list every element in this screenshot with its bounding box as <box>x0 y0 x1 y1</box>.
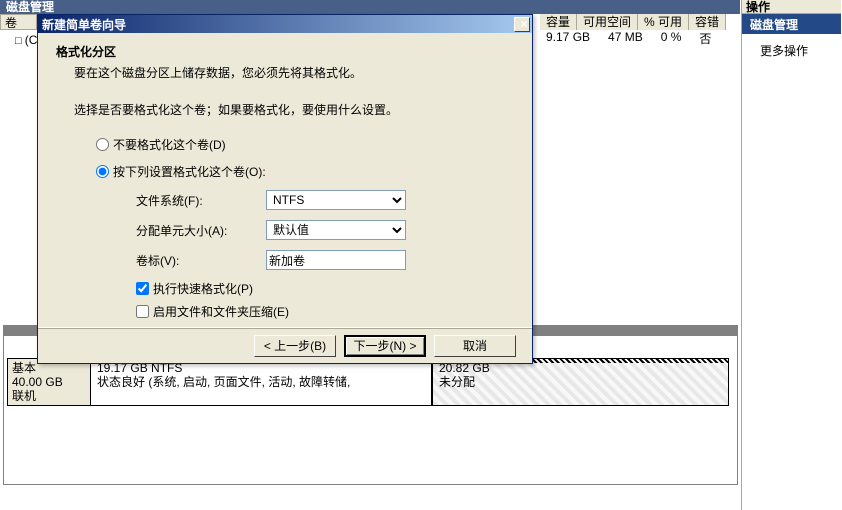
volume-row: 9.17 GB 47 MB 0 % 否 <box>540 30 717 47</box>
more-actions-link[interactable]: 更多操作 <box>742 34 841 63</box>
compress-label: 启用文件和文件夹压缩(E) <box>153 303 289 320</box>
cell-fault: 否 <box>693 30 717 47</box>
compress-check[interactable]: 启用文件和文件夹压缩(E) <box>136 303 514 320</box>
disk-header[interactable]: 基本 40.00 GB 联机 <box>7 358 90 406</box>
wizard-subtext: 要在这个磁盘分区上储存数据，您必须先将其格式化。 <box>74 64 514 81</box>
volume-row-fragment: □ (C <box>15 33 37 47</box>
radio-no-format[interactable]: 不要格式化这个卷(D) <box>96 136 514 153</box>
cell-pct: 0 % <box>655 30 688 47</box>
filesystem-select[interactable]: NTFS <box>266 190 406 210</box>
partition-status: 状态良好 (系统, 启动, 页面文件, 活动, 故障转储, <box>97 375 425 389</box>
filesystem-label: 文件系统(F): <box>136 192 266 209</box>
compress-input[interactable] <box>136 305 149 318</box>
wizard-dialog: 新建简单卷向导 × 格式化分区 要在这个磁盘分区上储存数据，您必须先将其格式化。… <box>37 14 533 364</box>
actions-panel: 操作 磁盘管理 更多操作 <box>741 0 841 510</box>
quick-format-label: 执行快速格式化(P) <box>153 280 253 297</box>
dialog-titlebar[interactable]: 新建简单卷向导 × <box>38 15 532 33</box>
radio-no-format-input[interactable] <box>96 138 109 151</box>
col-fault[interactable]: 容错 <box>689 14 726 30</box>
app-titlebar: 磁盘管理 <box>0 0 740 14</box>
close-icon: × <box>516 17 527 31</box>
actions-header: 磁盘管理 <box>742 14 841 34</box>
col-capacity[interactable]: 容量 <box>540 14 577 30</box>
wizard-prompt: 选择是否要格式化这个卷；如果要格式化，要使用什么设置。 <box>74 101 514 118</box>
dialog-title-text: 新建简单卷向导 <box>38 16 514 33</box>
quick-format-check[interactable]: 执行快速格式化(P) <box>136 280 514 297</box>
volume-label-label: 卷标(V): <box>136 252 266 269</box>
cancel-button[interactable]: 取消 <box>434 335 516 357</box>
close-button[interactable]: × <box>514 17 530 32</box>
allocation-unit-select[interactable]: 默认值 <box>266 220 406 240</box>
wizard-heading: 格式化分区 <box>56 43 514 60</box>
radio-do-format[interactable]: 按下列设置格式化这个卷(O): <box>96 163 514 180</box>
disk-status: 联机 <box>12 389 86 403</box>
disk-row: 基本 40.00 GB 联机 19.17 GB NTFS 状态良好 (系统, 启… <box>7 358 729 406</box>
allocation-unit-label: 分配单元大小(A): <box>136 222 266 239</box>
radio-do-format-label: 按下列设置格式化这个卷(O): <box>113 163 266 180</box>
back-button[interactable]: < 上一步(B) <box>254 335 336 357</box>
radio-no-format-label: 不要格式化这个卷(D) <box>113 136 226 153</box>
actions-title: 操作 <box>742 0 841 14</box>
disk-size: 40.00 GB <box>12 375 86 389</box>
partition-status: 未分配 <box>439 375 722 389</box>
cell-free: 47 MB <box>602 30 649 47</box>
col-pctfree[interactable]: % 可用 <box>638 14 689 30</box>
volume-label-input[interactable] <box>266 250 406 270</box>
column-header-volume: 卷 <box>0 14 37 30</box>
col-free[interactable]: 可用空间 <box>577 14 638 30</box>
radio-do-format-input[interactable] <box>96 165 109 178</box>
partition-unallocated[interactable]: 20.82 GB 未分配 <box>432 358 729 406</box>
quick-format-input[interactable] <box>136 282 149 295</box>
cell-capacity: 9.17 GB <box>540 30 596 47</box>
partition-system[interactable]: 19.17 GB NTFS 状态良好 (系统, 启动, 页面文件, 活动, 故障… <box>90 358 432 406</box>
wizard-button-row: < 上一步(B) 下一步(N) > 取消 <box>38 327 532 363</box>
column-headers: 容量 可用空间 % 可用 容错 <box>540 14 726 30</box>
next-button[interactable]: 下一步(N) > <box>344 335 426 357</box>
